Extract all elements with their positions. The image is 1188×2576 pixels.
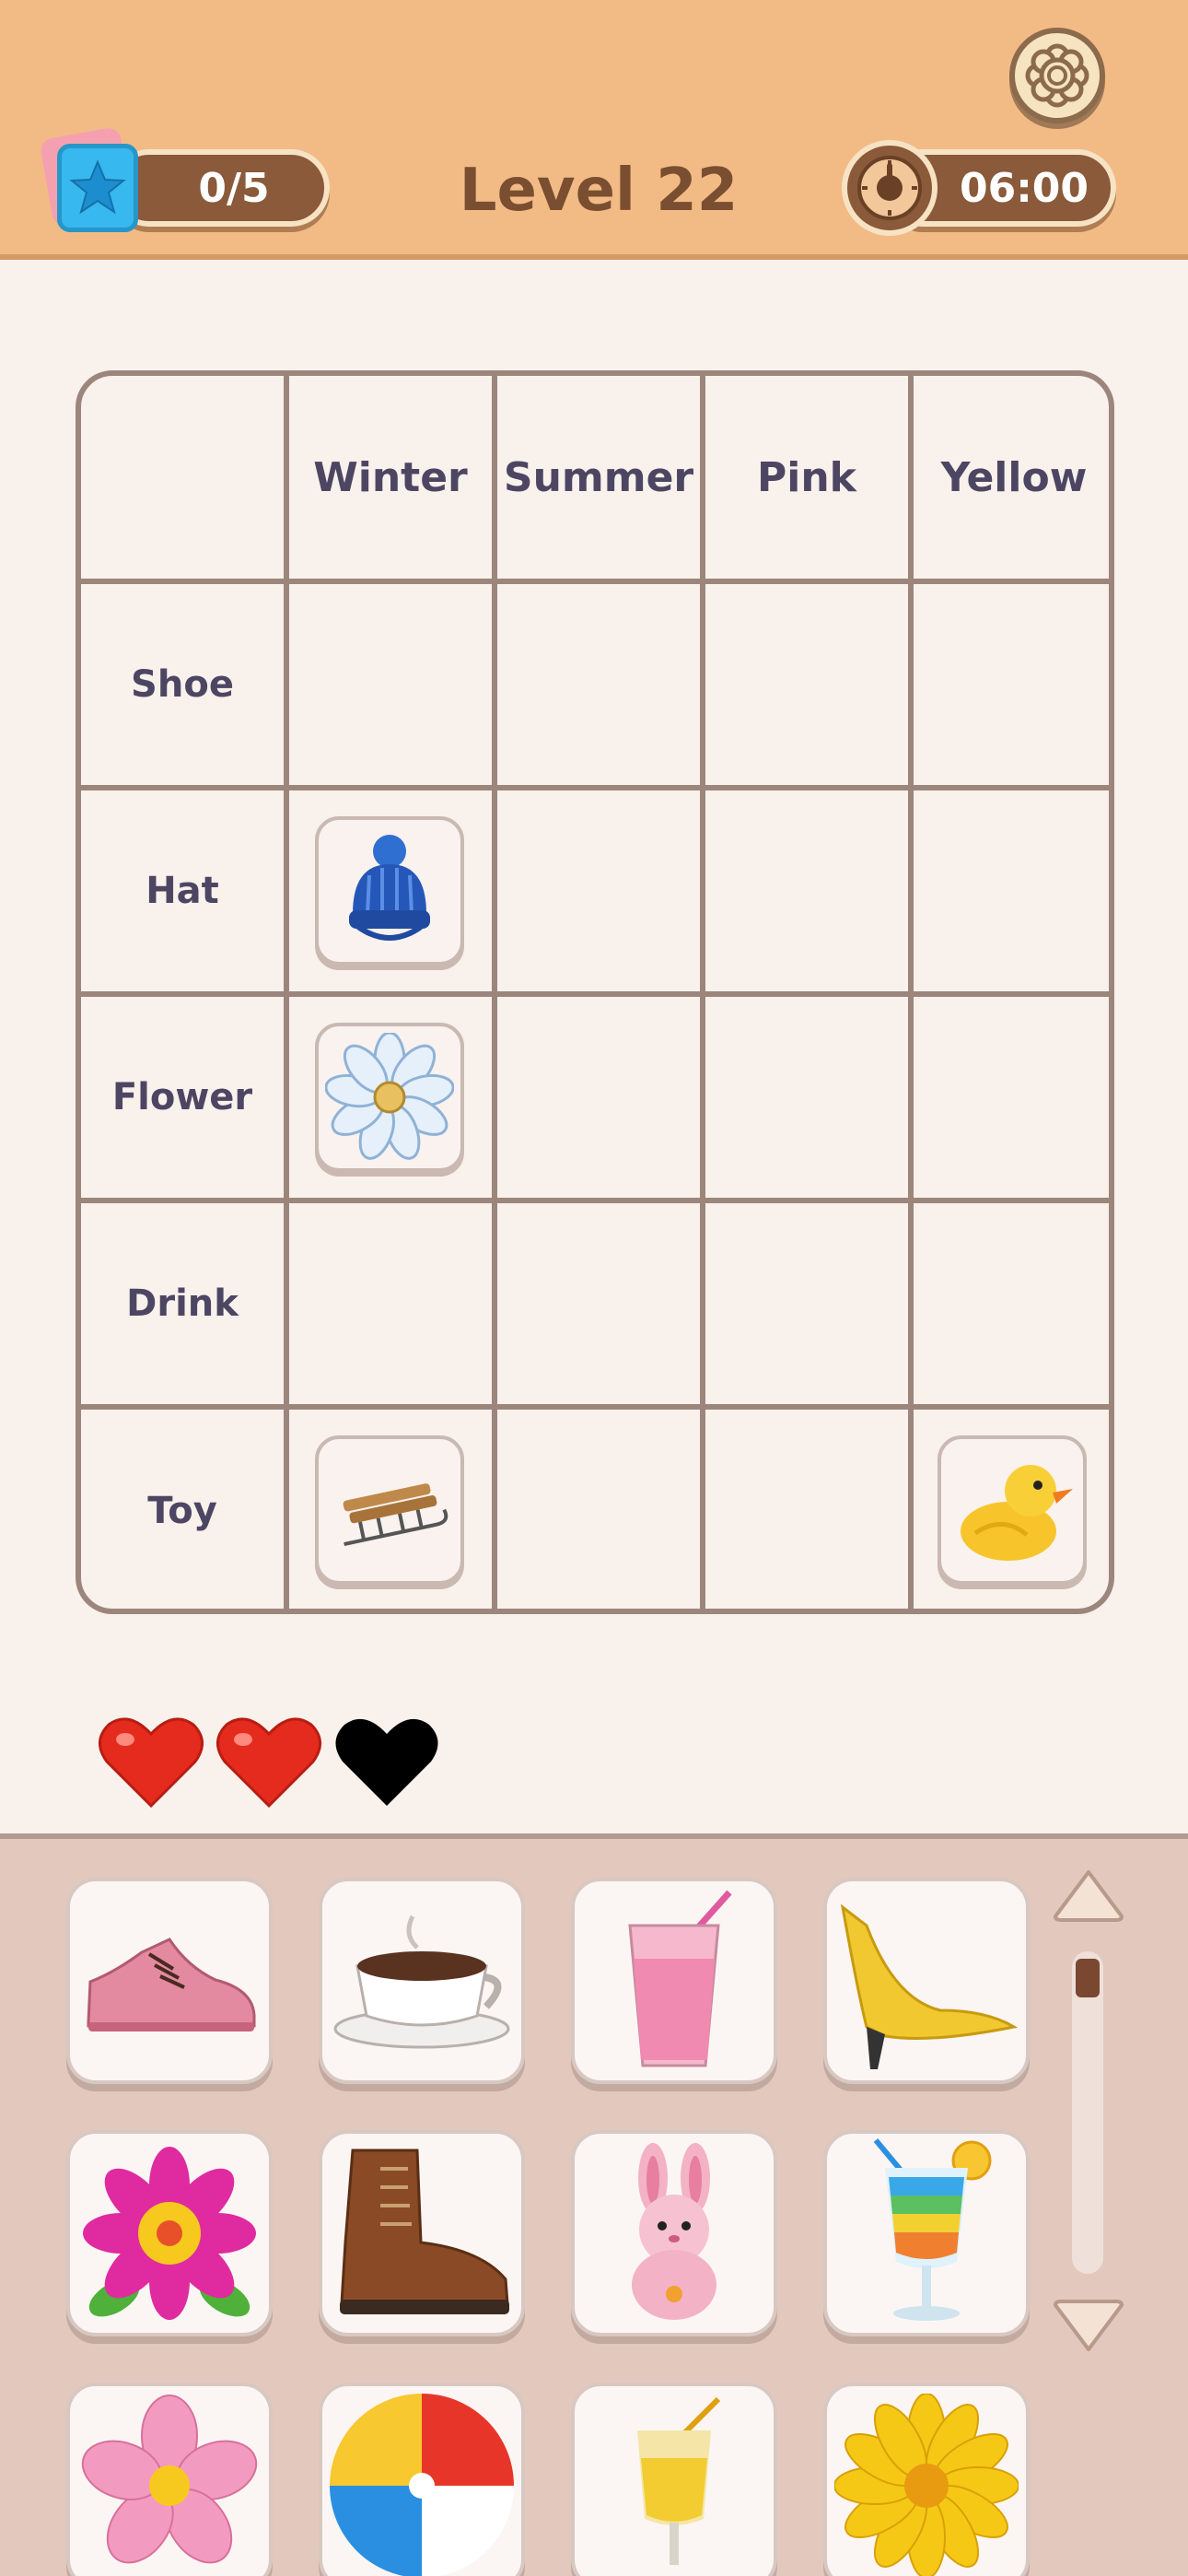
sled-icon	[343, 1483, 448, 1547]
grid-cell-toy-pink[interactable]	[705, 1410, 908, 1609]
grid-cell-shoe-pink[interactable]	[705, 584, 908, 785]
high-heel-icon	[840, 1903, 1019, 2069]
star-icon	[69, 159, 126, 215]
tray-item-pink-drink[interactable]	[571, 1878, 777, 2084]
scrollbar-track[interactable]	[1072, 1951, 1103, 2274]
row-header-hat: Hat	[146, 870, 219, 912]
scroll-up-button[interactable]	[1050, 1867, 1127, 1924]
grid-cell-shoe-winter[interactable]	[289, 584, 492, 785]
grid-cell-hat-summer[interactable]	[497, 790, 700, 991]
grid-cell-hat-pink[interactable]	[705, 790, 908, 991]
stars-progress-counter: 0/5	[111, 149, 330, 227]
heart-icon-lost	[335, 1718, 438, 1806]
tray-item-coffee[interactable]	[319, 1878, 525, 2084]
grid-cell-drink-yellow[interactable]	[914, 1203, 1109, 1404]
row-header-shoe: Shoe	[131, 663, 234, 706]
star-badge	[39, 126, 142, 234]
placed-tile-toy-yellow[interactable]	[938, 1435, 1087, 1585]
timer-text: 06:00	[959, 164, 1089, 212]
grid-cell-shoe-summer[interactable]	[497, 584, 700, 785]
grid-cell-drink-winter[interactable]	[289, 1203, 492, 1404]
boot-icon	[340, 2149, 509, 2314]
stars-progress-text: 0/5	[198, 164, 270, 212]
rainbow-cocktail-icon	[873, 2138, 992, 2321]
star-card-front	[57, 144, 138, 232]
grid-cell-hat-yellow[interactable]	[914, 790, 1109, 991]
scrollbar-thumb[interactable]	[1076, 1959, 1100, 1997]
lemonade-glass-icon	[637, 2396, 721, 2565]
grid-cell-toy-summer[interactable]	[497, 1410, 700, 1609]
bunny-plush-icon	[632, 2143, 716, 2320]
placed-tile-hat-winter[interactable]	[315, 816, 464, 966]
tray-item-pink-flower[interactable]	[66, 2383, 273, 2576]
top-bar: 0/5 Level 22 06:00	[0, 0, 1188, 260]
grid-cell-drink-summer[interactable]	[497, 1203, 700, 1404]
scroll-down-button[interactable]	[1050, 2298, 1127, 2355]
column-header-summer: Summer	[503, 453, 694, 501]
settings-button[interactable]	[1009, 28, 1105, 123]
heart-icon-full	[216, 1717, 321, 1809]
tray-item-beach-ball[interactable]	[319, 2383, 525, 2576]
stopwatch-icon	[857, 156, 922, 220]
grid-cell-flower-yellow[interactable]	[914, 997, 1109, 1198]
coffee-cup-icon	[333, 1914, 510, 2049]
grid-cell-flower-pink[interactable]	[705, 997, 908, 1198]
timer-badge	[842, 140, 938, 236]
grid-cell-shoe-yellow[interactable]	[914, 584, 1109, 785]
tray-item-lemonade[interactable]	[571, 2383, 777, 2576]
tray-item-magenta-flower[interactable]	[66, 2130, 273, 2336]
rubber-duck-icon	[961, 1465, 1073, 1561]
pink-drink-icon	[628, 1890, 732, 2067]
row-header-drink: Drink	[126, 1282, 239, 1325]
tray-item-brown-boot[interactable]	[319, 2130, 525, 2336]
tray-item-yellow-flower[interactable]	[823, 2383, 1030, 2576]
column-header-winter: Winter	[313, 453, 468, 501]
tray-item-pink-shoe[interactable]	[66, 1878, 273, 2084]
tray-item-yellow-heel[interactable]	[823, 1878, 1030, 2084]
level-title: Level 22	[459, 157, 739, 225]
heart-icon-full	[99, 1717, 204, 1809]
column-header-pink: Pink	[757, 453, 856, 501]
logic-puzzle-grid: Winter Summer Pink Yellow Shoe Hat Flowe…	[76, 370, 1114, 1614]
magenta-flower-icon	[83, 2147, 256, 2320]
frost-flower-icon	[325, 1033, 454, 1160]
yellow-flower-icon	[834, 2394, 1019, 2576]
grid-cell-drink-pink[interactable]	[705, 1203, 908, 1404]
row-header-flower: Flower	[111, 1076, 253, 1118]
gear-icon	[1025, 43, 1089, 108]
placed-tile-flower-winter[interactable]	[315, 1023, 464, 1172]
grid-cell-flower-summer[interactable]	[497, 997, 700, 1198]
row-header-toy: Toy	[147, 1490, 217, 1532]
tray-item-pink-bunny[interactable]	[571, 2130, 777, 2336]
pink-shoe-icon	[87, 1938, 256, 2032]
pink-flower-icon	[81, 2395, 258, 2564]
beach-ball-icon	[330, 2394, 514, 2576]
column-header-yellow: Yellow	[940, 453, 1088, 501]
placed-tile-toy-winter[interactable]	[315, 1435, 464, 1585]
beanie-icon	[349, 835, 430, 941]
tray-item-rainbow-cocktail[interactable]	[823, 2130, 1030, 2336]
